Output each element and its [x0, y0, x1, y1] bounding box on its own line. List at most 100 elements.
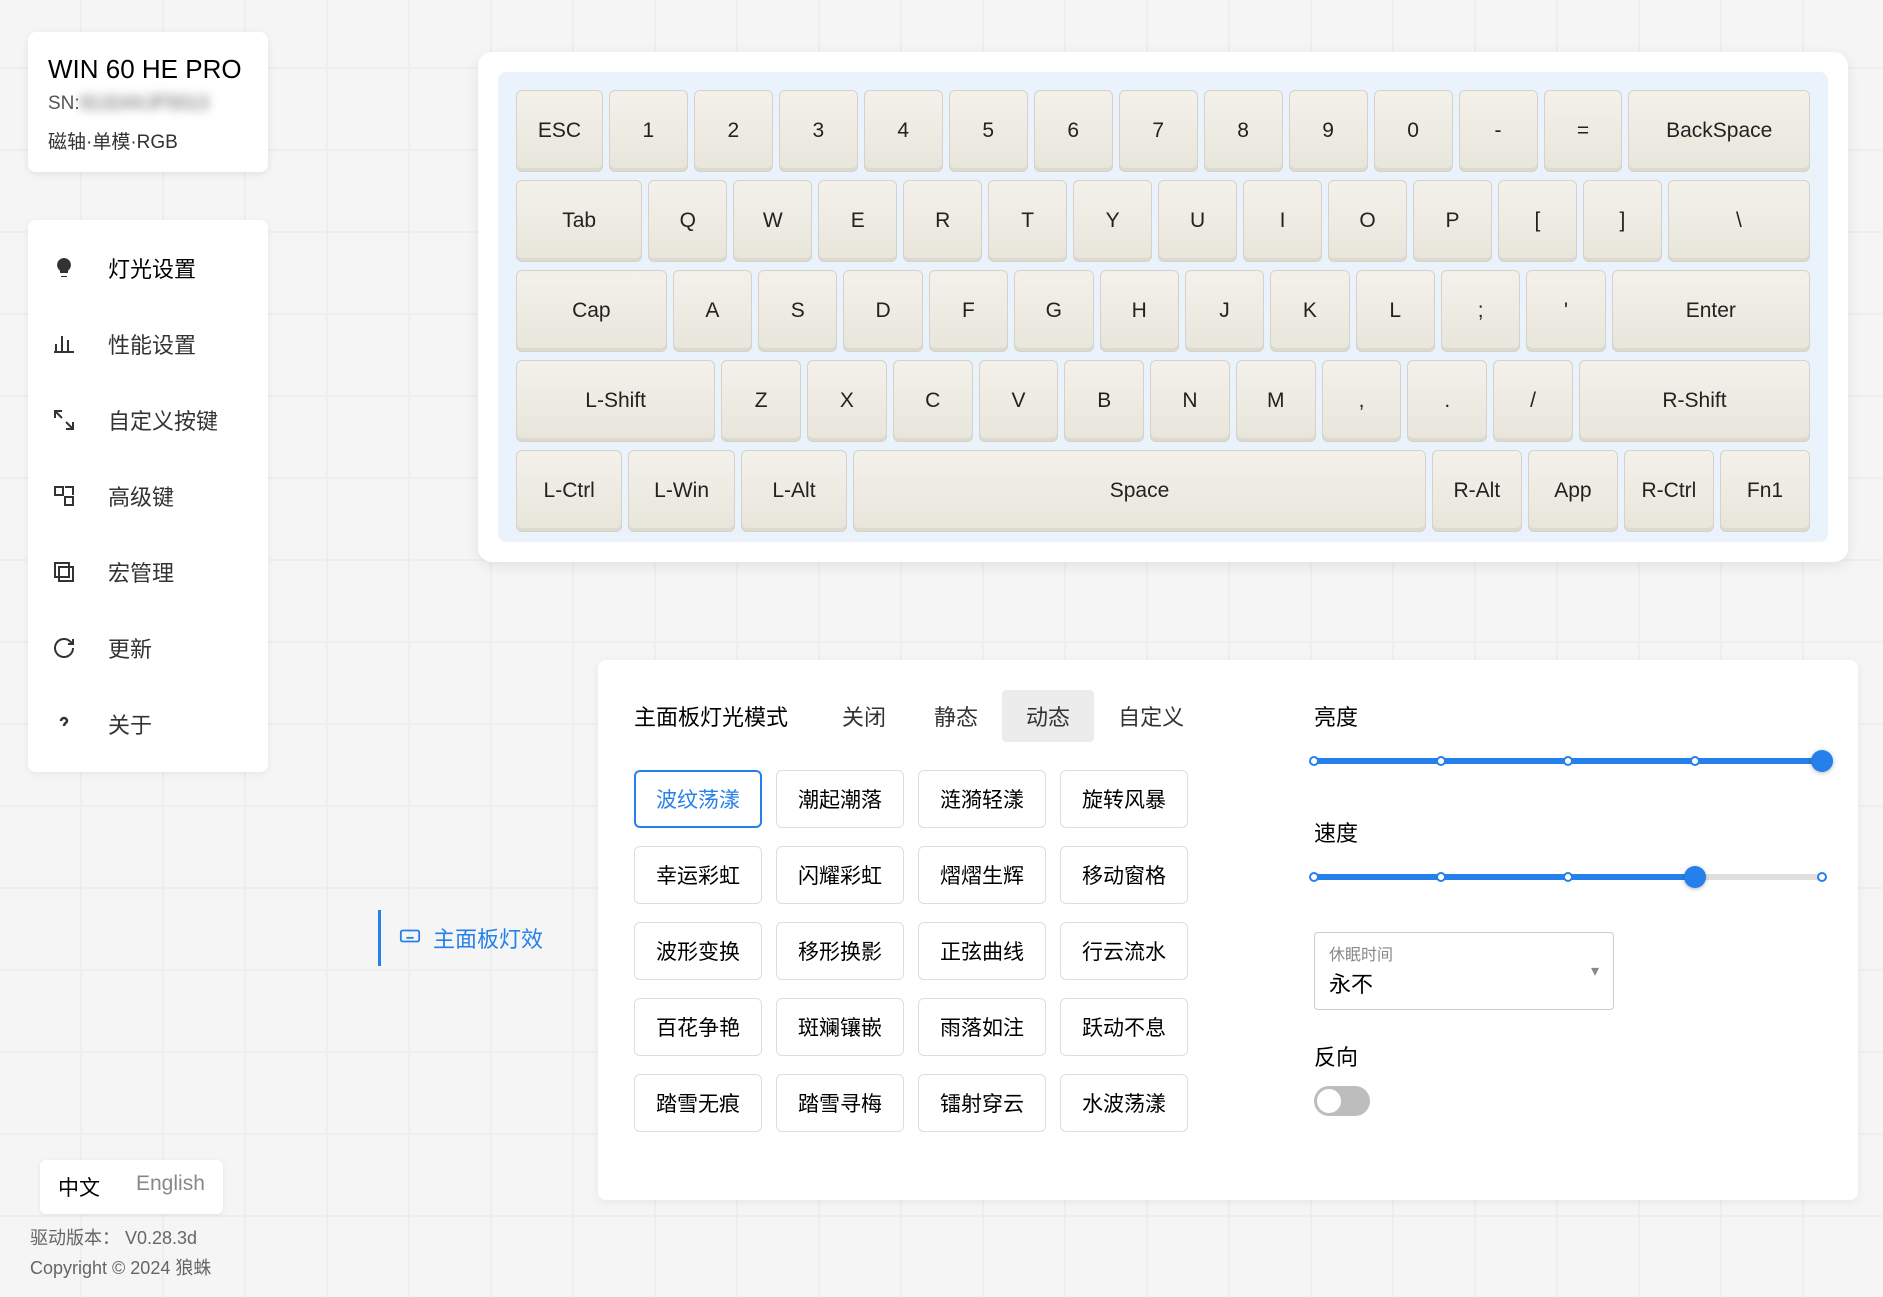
effect-chip-14[interactable]: 雨落如注 [918, 998, 1046, 1056]
sidebar-item-3[interactable]: 高级键 [28, 458, 268, 534]
key-i[interactable]: I [1243, 180, 1322, 262]
key-b[interactable]: B [1064, 360, 1144, 442]
sidebar-item-5[interactable]: 更新 [28, 610, 268, 686]
sleep-select[interactable]: 休眠时间 永不 ▾ [1314, 932, 1614, 1010]
key-v[interactable]: V [979, 360, 1059, 442]
speed-slider[interactable] [1314, 858, 1822, 898]
key-esc[interactable]: ESC [516, 90, 603, 172]
key-q[interactable]: Q [648, 180, 727, 262]
key-w[interactable]: W [733, 180, 812, 262]
key-k[interactable]: K [1270, 270, 1349, 352]
mode-tab-0[interactable]: 关闭 [818, 690, 910, 742]
key-h[interactable]: H [1100, 270, 1179, 352]
effect-chip-8[interactable]: 波形变换 [634, 922, 762, 980]
mode-tab-3[interactable]: 自定义 [1094, 690, 1208, 742]
sidebar-item-6[interactable]: 关于 [28, 686, 268, 762]
key-m[interactable]: M [1236, 360, 1316, 442]
key-[interactable]: \ [1668, 180, 1810, 262]
key-l[interactable]: L [1356, 270, 1435, 352]
key-ralt[interactable]: R-Alt [1432, 450, 1522, 532]
sidebar-item-0[interactable]: 灯光设置 [28, 230, 268, 306]
key-p[interactable]: P [1413, 180, 1492, 262]
key-g[interactable]: G [1014, 270, 1093, 352]
key-y[interactable]: Y [1073, 180, 1152, 262]
key-[interactable]: - [1459, 90, 1538, 172]
key-t[interactable]: T [988, 180, 1067, 262]
key-[interactable]: ; [1441, 270, 1520, 352]
speed-thumb[interactable] [1684, 866, 1706, 888]
key-o[interactable]: O [1328, 180, 1407, 262]
key-[interactable]: ' [1526, 270, 1605, 352]
key-enter[interactable]: Enter [1612, 270, 1810, 352]
key-7[interactable]: 7 [1119, 90, 1198, 172]
key-lalt[interactable]: L-Alt [741, 450, 847, 532]
key-5[interactable]: 5 [949, 90, 1028, 172]
effect-chip-9[interactable]: 移形换影 [776, 922, 904, 980]
mode-tab-1[interactable]: 静态 [910, 690, 1002, 742]
key-x[interactable]: X [807, 360, 887, 442]
key-e[interactable]: E [818, 180, 897, 262]
key-lwin[interactable]: L-Win [628, 450, 734, 532]
key-j[interactable]: J [1185, 270, 1264, 352]
effect-chip-18[interactable]: 镭射穿云 [918, 1074, 1046, 1132]
effect-chip-4[interactable]: 幸运彩虹 [634, 846, 762, 904]
key-[interactable]: . [1407, 360, 1487, 442]
sidebar-item-1[interactable]: 性能设置 [28, 306, 268, 382]
key-r[interactable]: R [903, 180, 982, 262]
key-cap[interactable]: Cap [516, 270, 667, 352]
effect-chip-13[interactable]: 斑斓镶嵌 [776, 998, 904, 1056]
effect-chip-5[interactable]: 闪耀彩虹 [776, 846, 904, 904]
key-6[interactable]: 6 [1034, 90, 1113, 172]
key-[interactable]: ] [1583, 180, 1662, 262]
effect-chip-0[interactable]: 波纹荡漾 [634, 770, 762, 828]
lang-opt-0[interactable]: 中文 [40, 1160, 118, 1214]
key-lctrl[interactable]: L-Ctrl [516, 450, 622, 532]
key-rctrl[interactable]: R-Ctrl [1624, 450, 1714, 532]
key-fn1[interactable]: Fn1 [1720, 450, 1810, 532]
effect-chip-2[interactable]: 涟漪轻漾 [918, 770, 1046, 828]
effect-chip-3[interactable]: 旋转风暴 [1060, 770, 1188, 828]
key-a[interactable]: A [673, 270, 752, 352]
key-4[interactable]: 4 [864, 90, 943, 172]
effect-chip-16[interactable]: 踏雪无痕 [634, 1074, 762, 1132]
key-space[interactable]: Space [853, 450, 1426, 532]
key-[interactable]: , [1322, 360, 1402, 442]
key-z[interactable]: Z [721, 360, 801, 442]
brightness-thumb[interactable] [1811, 750, 1833, 772]
mode-tab-2[interactable]: 动态 [1002, 690, 1094, 742]
effect-chip-1[interactable]: 潮起潮落 [776, 770, 904, 828]
key-8[interactable]: 8 [1204, 90, 1283, 172]
sidebar-item-2[interactable]: 自定义按键 [28, 382, 268, 458]
key-0[interactable]: 0 [1374, 90, 1453, 172]
sidebar-item-4[interactable]: 宏管理 [28, 534, 268, 610]
key-2[interactable]: 2 [694, 90, 773, 172]
key-u[interactable]: U [1158, 180, 1237, 262]
effect-chip-7[interactable]: 移动窗格 [1060, 846, 1188, 904]
lang-opt-1[interactable]: English [118, 1160, 223, 1214]
key-[interactable]: = [1544, 90, 1623, 172]
sub-nav-main-lighting[interactable]: 主面板灯效 [378, 910, 561, 966]
key-backspace[interactable]: BackSpace [1628, 90, 1809, 172]
key-app[interactable]: App [1528, 450, 1618, 532]
key-[interactable]: [ [1498, 180, 1577, 262]
effect-chip-11[interactable]: 行云流水 [1060, 922, 1188, 980]
effect-chip-17[interactable]: 踏雪寻梅 [776, 1074, 904, 1132]
key-n[interactable]: N [1150, 360, 1230, 442]
key-[interactable]: / [1493, 360, 1573, 442]
key-lshift[interactable]: L-Shift [516, 360, 715, 442]
effect-chip-6[interactable]: 熠熠生辉 [918, 846, 1046, 904]
effect-chip-10[interactable]: 正弦曲线 [918, 922, 1046, 980]
key-tab[interactable]: Tab [516, 180, 642, 262]
effect-chip-15[interactable]: 跃动不息 [1060, 998, 1188, 1056]
key-rshift[interactable]: R-Shift [1579, 360, 1810, 442]
key-s[interactable]: S [758, 270, 837, 352]
brightness-slider[interactable] [1314, 742, 1822, 782]
key-1[interactable]: 1 [609, 90, 688, 172]
effect-chip-12[interactable]: 百花争艳 [634, 998, 762, 1056]
key-c[interactable]: C [893, 360, 973, 442]
key-3[interactable]: 3 [779, 90, 858, 172]
effect-chip-19[interactable]: 水波荡漾 [1060, 1074, 1188, 1132]
key-f[interactable]: F [929, 270, 1008, 352]
reverse-switch[interactable] [1314, 1086, 1370, 1116]
key-d[interactable]: D [843, 270, 922, 352]
